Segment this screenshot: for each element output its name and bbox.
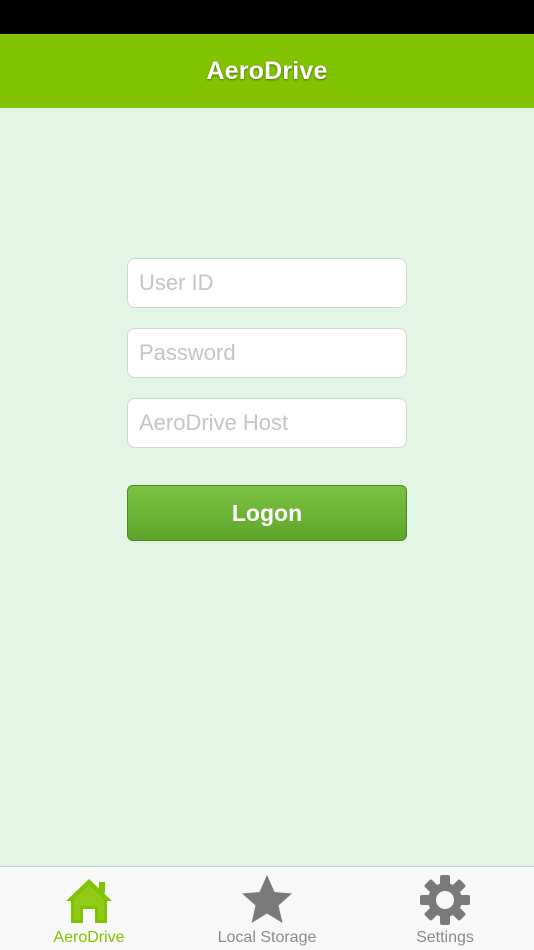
page-title: AeroDrive	[206, 56, 328, 85]
login-form: Logon	[0, 108, 534, 866]
star-icon	[240, 873, 294, 927]
tab-aerodrive[interactable]: AeroDrive	[0, 867, 178, 950]
tab-label: Settings	[416, 929, 474, 946]
password-input[interactable]	[127, 328, 407, 378]
user-id-input[interactable]	[127, 258, 407, 308]
gear-icon	[418, 873, 472, 927]
tab-label: AeroDrive	[53, 929, 125, 946]
tab-bar: AeroDrive Local Storage Settings	[0, 866, 534, 950]
host-input[interactable]	[127, 398, 407, 448]
status-bar	[0, 0, 534, 34]
logon-button[interactable]: Logon	[127, 485, 407, 541]
tab-local-storage[interactable]: Local Storage	[178, 867, 356, 950]
tab-settings[interactable]: Settings	[356, 867, 534, 950]
tab-label: Local Storage	[217, 929, 317, 946]
navigation-bar: AeroDrive	[0, 34, 534, 108]
home-icon	[62, 873, 116, 927]
